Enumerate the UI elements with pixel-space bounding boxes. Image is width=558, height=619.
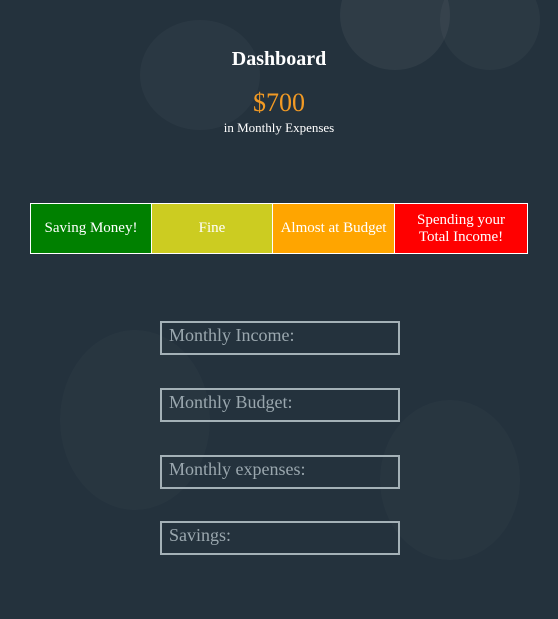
status-fine: Fine [152,203,273,254]
monthly-income-field[interactable]: Monthly Income: [160,321,400,355]
status-saving-money: Saving Money! [30,203,152,254]
monthly-expense-caption: in Monthly Expenses [223,120,335,135]
monthly-expense-amount: $700 [253,88,305,117]
status-spending-total-income: Spending your Total Income! [395,203,528,254]
monthly-expenses-field[interactable]: Monthly expenses: [160,455,400,489]
page-title: Dashboard [231,48,327,70]
savings-field[interactable]: Savings: [160,521,400,555]
background-decoration [380,400,520,560]
monthly-budget-field[interactable]: Monthly Budget: [160,388,400,422]
status-almost-at-budget: Almost at Budget [273,203,395,254]
budget-status-bar: Saving Money! Fine Almost at Budget Spen… [30,203,528,254]
